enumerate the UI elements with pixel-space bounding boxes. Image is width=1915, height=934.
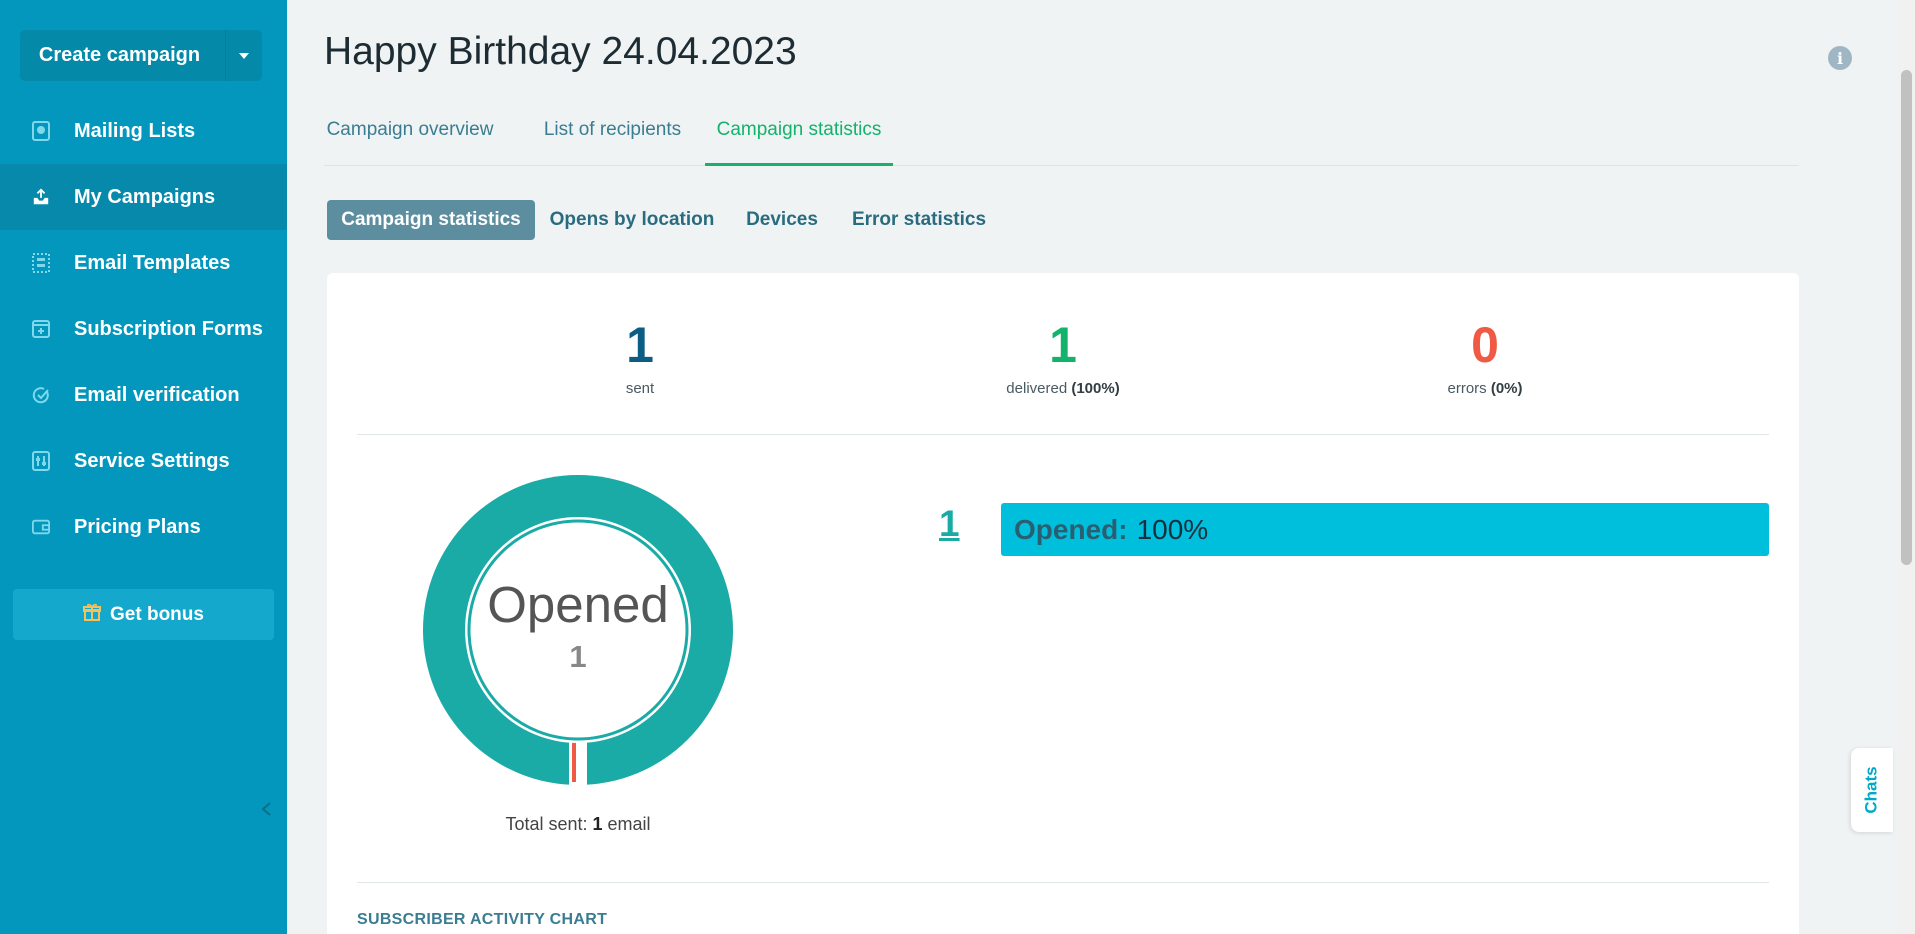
errors-label: errors (0%): [1447, 380, 1523, 397]
main-tabs: Campaign overview List of recipients Cam…: [324, 108, 1799, 166]
scrollbar-thumb[interactable]: [1901, 70, 1912, 565]
subscriber-activity-heading: SUBSCRIBER ACTIVITY CHART: [357, 911, 608, 928]
page-title: Happy Birthday 24.04.2023: [324, 30, 797, 73]
sliders-icon: [32, 451, 50, 471]
delivered-label: delivered (100%): [1006, 380, 1120, 397]
create-campaign-group: Create campaign: [20, 30, 262, 81]
opened-bar-value: 100%: [1136, 513, 1209, 545]
book-icon: [32, 121, 50, 141]
sidebar-item-label: My Campaigns: [74, 185, 216, 208]
opened-bar: Opened: 100%: [1001, 503, 1769, 556]
errors-count: 0: [1471, 317, 1499, 373]
statistics-card: 1 sent 1 delivered (100%) 0 errors (0%) …: [327, 273, 1799, 934]
opened-bar-label: Opened:: [1014, 513, 1128, 545]
tab-campaign-overview[interactable]: Campaign overview: [327, 108, 494, 166]
subtab-error-statistics[interactable]: Error statistics: [852, 200, 986, 240]
sidebar-item-subscription-forms[interactable]: Subscription Forms: [0, 296, 287, 362]
create-campaign-button[interactable]: Create campaign: [20, 30, 225, 81]
chevron-down-icon: [239, 52, 249, 59]
upload-tray-icon: [32, 187, 50, 207]
sidebar-item-email-verification[interactable]: Email verification: [0, 362, 287, 428]
sent-count: 1: [626, 317, 654, 373]
stats-divider: [357, 434, 1769, 435]
delivered-count: 1: [1049, 317, 1077, 373]
sidebar-item-label: Subscription Forms: [74, 317, 263, 340]
wallet-icon: [32, 517, 50, 537]
chart-divider: [357, 882, 1769, 883]
total-sent: Total sent: 1 email: [505, 814, 651, 834]
tab-campaign-statistics[interactable]: Campaign statistics: [705, 108, 893, 166]
subtab-devices[interactable]: Devices: [746, 200, 818, 240]
create-campaign-dropdown[interactable]: [225, 30, 262, 81]
donut-marker: [572, 740, 576, 782]
sidebar-item-label: Pricing Plans: [74, 515, 201, 538]
chevron-left-icon: [261, 802, 271, 816]
get-bonus-button[interactable]: Get bonus: [13, 589, 274, 640]
sidebar-item-my-campaigns[interactable]: My Campaigns: [0, 164, 287, 230]
sidebar-item-service-settings[interactable]: Service Settings: [0, 428, 287, 494]
sent-label: sent: [625, 380, 655, 397]
subtab-opens-by-location[interactable]: Opens by location: [550, 200, 715, 240]
donut-center: Opened 1: [423, 577, 733, 675]
donut-title: Opened: [487, 576, 669, 633]
sidebar-item-email-templates[interactable]: Email Templates: [0, 230, 287, 296]
sidebar-item-label: Mailing Lists: [74, 119, 196, 142]
gift-icon: [83, 603, 102, 627]
sidebar: Create campaign Mailing Lists My Campaig…: [0, 0, 287, 934]
chats-label: Chats: [1862, 766, 1882, 814]
stat-delivered: 1 delivered (100%): [913, 318, 1213, 397]
sidebar-item-label: Email Templates: [74, 251, 231, 274]
info-icon[interactable]: i: [1828, 46, 1852, 70]
sidebar-item-mailing-lists[interactable]: Mailing Lists: [0, 98, 287, 164]
subtab-campaign-statistics[interactable]: Campaign statistics: [327, 200, 535, 240]
collapse-sidebar-button[interactable]: [259, 797, 273, 821]
form-icon: [32, 319, 50, 339]
sidebar-nav: Mailing Lists My Campaigns Email Templat…: [0, 98, 287, 560]
sidebar-item-label: Email verification: [74, 383, 240, 406]
donut-count: 1: [569, 639, 587, 674]
errors-percent: (0%): [1490, 380, 1523, 397]
tab-list-of-recipients[interactable]: List of recipients: [538, 108, 687, 166]
sidebar-item-pricing-plans[interactable]: Pricing Plans: [0, 494, 287, 560]
delivered-percent: (100%): [1071, 380, 1120, 397]
scrollbar[interactable]: [1898, 0, 1915, 934]
get-bonus-label: Get bonus: [110, 603, 204, 625]
stat-sent: 1 sent: [490, 318, 790, 397]
template-icon: [32, 253, 50, 273]
total-sent-value: 1: [592, 814, 603, 834]
sidebar-item-label: Service Settings: [74, 449, 230, 472]
check-circle-icon: [32, 385, 50, 405]
donut-gap: [569, 735, 587, 795]
chats-button[interactable]: Chats: [1851, 748, 1893, 832]
opened-count-link[interactable]: 1: [939, 503, 979, 545]
stat-errors: 0 errors (0%): [1335, 318, 1635, 397]
